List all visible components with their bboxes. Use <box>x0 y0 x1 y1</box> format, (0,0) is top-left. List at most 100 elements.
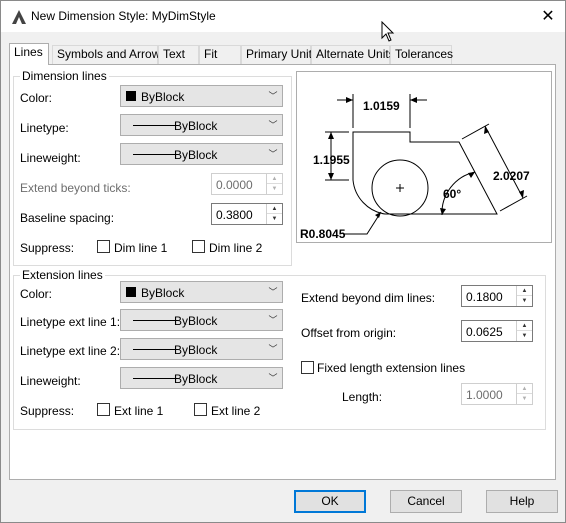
dim-color-select[interactable]: ByBlock ﹀ <box>120 85 283 107</box>
offset-from-origin-input[interactable]: 0.0625 ▲ ▼ <box>461 320 533 342</box>
spin-down-icon[interactable]: ▼ <box>267 184 282 194</box>
spin-buttons: ▲ ▼ <box>516 286 532 306</box>
offset-from-origin-label: Offset from origin: <box>301 326 397 340</box>
linetype-sample <box>133 349 178 350</box>
color-swatch <box>126 287 136 297</box>
lines-tab-panel: Dimension lines Color: ByBlock ﹀ Linetyp… <box>9 64 556 480</box>
extend-beyond-ticks-label: Extend beyond ticks: <box>20 181 131 195</box>
extend-beyond-dim-input[interactable]: 0.1800 ▲ ▼ <box>461 285 533 307</box>
dim-linetype-select[interactable]: ByBlock ﹀ <box>120 114 283 136</box>
close-icon: ✕ <box>541 8 555 25</box>
dim-lineweight-select[interactable]: ByBlock ﹀ <box>120 143 283 165</box>
spin-down-icon[interactable]: ▼ <box>267 214 282 224</box>
close-button[interactable]: ✕ <box>531 1 565 32</box>
ext-color-label: Color: <box>20 287 53 301</box>
dim-line1-label: Dim line 1 <box>114 241 168 255</box>
baseline-spacing-input[interactable]: 0.3800 ▲ ▼ <box>211 203 283 225</box>
ext-color-value: ByBlock <box>141 286 185 300</box>
tab-fit[interactable]: Fit <box>199 45 241 64</box>
ext-lineweight-label: Lineweight: <box>20 374 81 388</box>
spin-up-icon[interactable]: ▲ <box>517 286 532 296</box>
fixed-length-label: Fixed length extension lines <box>317 361 466 375</box>
fixed-length-checkbox[interactable] <box>301 361 314 374</box>
dim-color-value: ByBlock <box>141 90 185 104</box>
ok-button[interactable]: OK <box>294 490 366 513</box>
spin-up-icon[interactable]: ▲ <box>267 204 282 214</box>
tab-tolerances[interactable]: Tolerances <box>390 45 453 64</box>
chevron-down-icon: ﹀ <box>268 373 278 383</box>
spin-down-icon[interactable]: ▼ <box>517 394 532 404</box>
app-icon <box>12 10 26 24</box>
tab-alternate-units[interactable]: Alternate Units <box>311 45 395 64</box>
ext-color-select[interactable]: ByBlock ﹀ <box>120 281 283 303</box>
preview-dim-right: 2.0207 <box>493 169 530 183</box>
preview-dim-left: 1.1955 <box>313 153 350 167</box>
preview-angle: 60° <box>443 187 461 201</box>
title-bar[interactable]: New Dimension Style: MyDimStyle ✕ <box>1 1 565 32</box>
length-label: Length: <box>342 390 383 404</box>
dim-lineweight-label: Lineweight: <box>20 151 81 165</box>
baseline-spacing-value: 0.3800 <box>216 208 253 222</box>
spin-buttons: ▲ ▼ <box>516 321 532 341</box>
spin-up-icon[interactable]: ▲ <box>517 384 532 394</box>
dim-line1-checkbox[interactable] <box>97 240 110 253</box>
spin-up-icon[interactable]: ▲ <box>517 321 532 331</box>
ext-line2-label: Ext line 2 <box>211 404 261 418</box>
dim-linetype-value: ByBlock <box>174 119 218 133</box>
extend-beyond-ticks-input[interactable]: 0.0000 ▲ ▼ <box>211 173 283 195</box>
length-input[interactable]: 1.0000 ▲ ▼ <box>461 383 533 405</box>
dimension-preview: 1.0159 1.1955 2.0207 60° R0.8045 <box>296 71 552 243</box>
linetype-sample <box>133 125 178 126</box>
linetype-ext1-value: ByBlock <box>174 314 218 328</box>
preview-radius: R0.8045 <box>300 227 346 241</box>
tab-lines[interactable]: Lines <box>9 43 49 65</box>
chevron-down-icon: ﹀ <box>268 315 278 325</box>
spin-buttons: ▲ ▼ <box>516 384 532 404</box>
ext-line1-checkbox[interactable] <box>97 403 110 416</box>
dim-lineweight-value: ByBlock <box>174 148 218 162</box>
linetype-ext2-value: ByBlock <box>174 343 218 357</box>
tab-text[interactable]: Text <box>158 45 199 64</box>
spin-up-icon[interactable]: ▲ <box>267 174 282 184</box>
chevron-down-icon: ﹀ <box>268 287 278 297</box>
spin-down-icon[interactable]: ▼ <box>517 296 532 306</box>
spin-buttons: ▲ ▼ <box>266 174 282 194</box>
dialog-window: New Dimension Style: MyDimStyle ✕ Lines … <box>0 0 566 523</box>
ext-line2-checkbox[interactable] <box>194 403 207 416</box>
linetype-ext1-select[interactable]: ByBlock ﹀ <box>120 309 283 331</box>
dim-suppress-label: Suppress: <box>20 241 75 255</box>
window-title: New Dimension Style: MyDimStyle <box>31 9 216 23</box>
help-button[interactable]: Help <box>486 490 558 513</box>
baseline-spacing-label: Baseline spacing: <box>20 211 115 225</box>
mouse-cursor-icon <box>381 21 395 42</box>
spin-down-icon[interactable]: ▼ <box>517 331 532 341</box>
chevron-down-icon: ﹀ <box>268 91 278 101</box>
preview-dim-top: 1.0159 <box>363 99 400 113</box>
offset-from-origin-value: 0.0625 <box>466 325 503 339</box>
tab-primary-units[interactable]: Primary Units <box>241 45 318 64</box>
ext-suppress-label: Suppress: <box>20 404 75 418</box>
extend-beyond-ticks-value: 0.0000 <box>216 178 253 192</box>
chevron-down-icon: ﹀ <box>268 120 278 130</box>
color-swatch <box>126 91 136 101</box>
lineweight-sample <box>133 154 178 155</box>
linetype-ext1-label: Linetype ext line 1: <box>20 315 121 329</box>
cancel-button[interactable]: Cancel <box>390 490 462 513</box>
tab-symbols-and-arrows[interactable]: Symbols and Arrows <box>52 45 166 64</box>
dim-color-label: Color: <box>20 91 53 105</box>
extension-lines-label: Extension lines <box>20 268 105 282</box>
dim-line2-checkbox[interactable] <box>192 240 205 253</box>
dim-linetype-label: Linetype: <box>20 121 69 135</box>
dim-line2-label: Dim line 2 <box>209 241 263 255</box>
chevron-down-icon: ﹀ <box>268 149 278 159</box>
extend-beyond-dim-value: 0.1800 <box>466 290 503 304</box>
extend-beyond-dim-label: Extend beyond dim lines: <box>301 291 436 305</box>
linetype-ext2-select[interactable]: ByBlock ﹀ <box>120 338 283 360</box>
ext-lineweight-select[interactable]: ByBlock ﹀ <box>120 367 283 389</box>
dimension-lines-label: Dimension lines <box>20 69 109 83</box>
lineweight-sample <box>133 378 178 379</box>
length-value: 1.0000 <box>466 388 503 402</box>
spin-buttons: ▲ ▼ <box>266 204 282 224</box>
chevron-down-icon: ﹀ <box>268 344 278 354</box>
ext-line1-label: Ext line 1 <box>114 404 164 418</box>
